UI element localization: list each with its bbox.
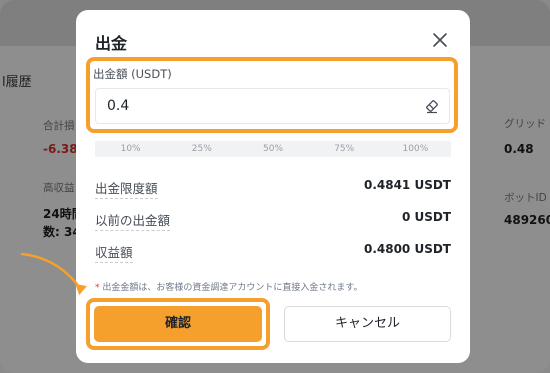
background-total-label: 合計損	[43, 120, 75, 132]
info-row-value: 0.4800 USDT	[363, 242, 451, 256]
screen-frame: l履歴 合計損 -6.38 高収益 24時間 数: 34 グリッド 0.48 ボ…	[0, 0, 550, 373]
annotation-arrow-icon	[20, 252, 87, 296]
background-bot-id-value: 489260	[504, 213, 550, 227]
percentage-option-25[interactable]: 25%	[166, 141, 237, 157]
info-row-value: 0.4841 USDT	[363, 178, 451, 192]
amount-field	[95, 88, 450, 124]
percentage-selector: 10% 25% 50% 75% 100%	[95, 141, 451, 157]
info-row-value: 0 USDT	[401, 210, 451, 224]
background-total-value: -6.38	[43, 142, 78, 156]
background-high-label: 高収益	[43, 182, 75, 194]
background-grid-label: グリッド	[504, 118, 546, 130]
info-row-label: 以前の出金額	[95, 210, 171, 231]
background-bot-id-label: ボットID	[504, 192, 547, 204]
amount-input[interactable]	[107, 96, 407, 116]
cancel-button[interactable]: キャンセル	[284, 306, 451, 342]
info-row-limit: 出金限度額 0.4841 USDT	[95, 178, 451, 199]
withdraw-dialog: 出金 出金額 (USDT) 10% 25% 50%	[76, 10, 470, 363]
percentage-option-75[interactable]: 75%	[309, 141, 380, 157]
close-icon[interactable]	[430, 30, 450, 50]
info-row-label: 出金限度額	[95, 178, 158, 199]
amount-label: 出金額 (USDT)	[93, 67, 172, 81]
percentage-option-100[interactable]: 100%	[380, 141, 451, 157]
note-text: 出金金額は、お客様の資金調達アカウントに直接入金されます。	[102, 283, 363, 293]
percentage-option-10[interactable]: 10%	[95, 141, 166, 157]
percentage-option-50[interactable]: 50%	[237, 141, 308, 157]
dialog-title: 出金	[95, 34, 128, 53]
background-grid-value: 0.48	[504, 142, 534, 156]
info-row-previous: 以前の出金額 0 USDT	[95, 210, 451, 231]
info-row-label: 収益額	[95, 242, 133, 263]
info-row-profit: 収益額 0.4800 USDT	[95, 242, 451, 263]
confirm-button[interactable]: 確認	[94, 306, 262, 342]
withdraw-note: * 出金金額は、お客様の資金調達アカウントに直接入金されます。	[95, 280, 362, 293]
background-section-title: l履歴	[2, 75, 32, 90]
eraser-icon[interactable]	[424, 98, 440, 114]
